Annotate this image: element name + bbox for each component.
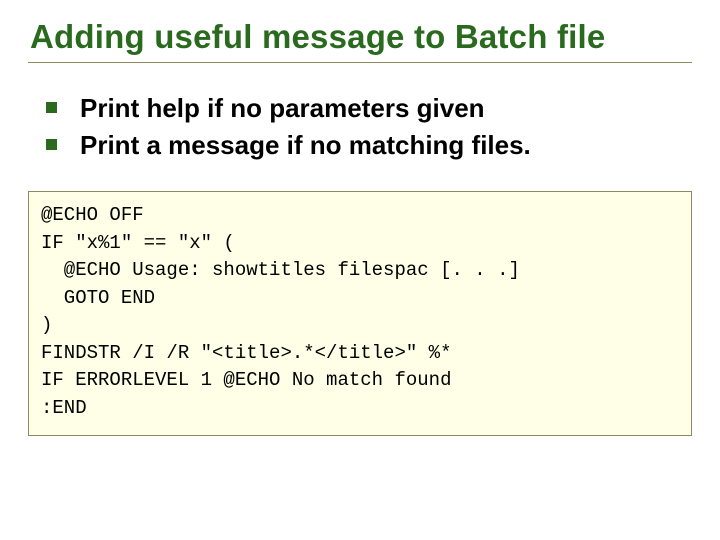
slide-title: Adding useful message to Batch file [28,18,692,56]
title-underline [28,62,692,63]
slide: Adding useful message to Batch file Prin… [0,0,720,540]
code-line: IF "x%1" == "x" ( [41,232,235,254]
bullet-list: Print help if no parameters given Print … [46,91,692,163]
list-item: Print help if no parameters given [46,91,692,126]
code-line: @ECHO Usage: showtitles filespac [. . .] [41,259,520,281]
code-line: :END [41,397,87,419]
code-line: ) [41,314,52,336]
code-line: FINDSTR /I /R "<title>.*</title>" %* [41,342,451,364]
code-line: GOTO END [41,287,155,309]
list-item: Print a message if no matching files. [46,128,692,163]
code-line: IF ERRORLEVEL 1 @ECHO No match found [41,369,451,391]
code-line: @ECHO OFF [41,204,144,226]
code-block: @ECHO OFF IF "x%1" == "x" ( @ECHO Usage:… [28,191,692,435]
